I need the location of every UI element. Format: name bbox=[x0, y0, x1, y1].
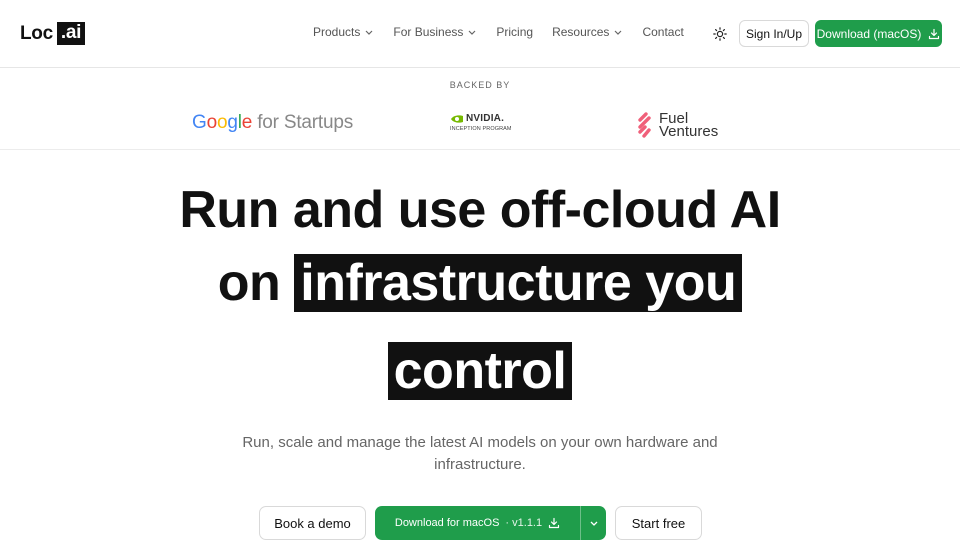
chevron-down-icon bbox=[365, 30, 373, 35]
nav-item-resources[interactable]: Resources bbox=[552, 25, 623, 39]
nav-item-label: Products bbox=[313, 25, 361, 39]
main-nav: Products For Business Pricing Resources … bbox=[313, 25, 703, 39]
chevron-down-icon bbox=[590, 521, 597, 526]
fuel-line2: Ventures bbox=[659, 123, 719, 140]
download-icon bbox=[929, 28, 940, 39]
theme-toggle-button[interactable] bbox=[710, 24, 730, 44]
nvidia-name: NVIDIA. bbox=[466, 113, 505, 124]
fuel-ventures-text: Fuel Ventures bbox=[659, 111, 719, 140]
download-icon bbox=[549, 517, 560, 529]
hero-title-plain: on bbox=[217, 254, 295, 312]
hero-title-line1: Run and use off-cloud AI bbox=[179, 181, 781, 239]
google-word: Google bbox=[192, 112, 253, 133]
sun-icon bbox=[713, 27, 727, 41]
hero-title-highlight: infrastructure you bbox=[294, 254, 743, 312]
hero-title-highlight-control: control bbox=[387, 342, 573, 400]
download-cta-label: Download for macOS bbox=[394, 517, 500, 529]
google-for-startups-text: for Startups bbox=[252, 112, 354, 133]
backed-by-section: BACKED BY Google for Startups NVIDIA. IN… bbox=[0, 68, 960, 150]
hero-title-line2: on infrastructure you bbox=[0, 253, 960, 313]
nav-item-for-business[interactable]: For Business bbox=[393, 25, 477, 39]
nav-item-label: Contact bbox=[642, 25, 684, 39]
fuel-mark-icon bbox=[638, 112, 651, 138]
nvidia-inception-subtitle: INCEPTION PROGRAM bbox=[450, 126, 512, 132]
book-demo-button[interactable]: Book a demo bbox=[259, 506, 366, 540]
brand-logo[interactable]: Loc .ai bbox=[20, 22, 86, 45]
nvidia-inception-logo: NVIDIA. INCEPTION PROGRAM bbox=[450, 113, 512, 139]
chevron-down-icon bbox=[468, 30, 476, 35]
nav-item-label: For Business bbox=[393, 25, 464, 39]
brand-prefix: Loc bbox=[20, 22, 53, 44]
download-macos-cta: Download for macOS · v1.1.1 bbox=[375, 506, 606, 540]
nav-item-pricing[interactable]: Pricing bbox=[496, 25, 533, 39]
brand-suffix: .ai bbox=[56, 22, 86, 45]
download-macos-button[interactable]: Download (macOS) bbox=[815, 20, 942, 47]
site-header: Loc .ai Products For Business Pricing Re… bbox=[0, 0, 960, 68]
nav-item-label: Pricing bbox=[496, 25, 534, 39]
google-for-startups-logo: Google for Startups bbox=[192, 112, 353, 134]
sign-in-button[interactable]: Sign In/Up bbox=[739, 20, 809, 47]
hero-title-line3: control bbox=[0, 341, 960, 401]
version-label: · v1.1.1 bbox=[505, 517, 543, 529]
download-macos-label: Download (macOS) bbox=[816, 26, 922, 41]
chevron-down-icon bbox=[615, 30, 622, 35]
nav-item-label: Resources bbox=[552, 25, 610, 39]
start-free-button[interactable]: Start free bbox=[615, 506, 702, 540]
hero-subtitle: Run, scale and manage the latest AI mode… bbox=[242, 434, 718, 473]
download-macos-cta-button[interactable]: Download for macOS · v1.1.1 bbox=[375, 506, 580, 540]
download-options-toggle[interactable] bbox=[580, 506, 606, 540]
nav-item-products[interactable]: Products bbox=[313, 25, 374, 39]
backed-by-label: BACKED BY bbox=[449, 80, 511, 90]
nvidia-eye-icon bbox=[451, 114, 463, 123]
nav-item-contact[interactable]: Contact bbox=[642, 25, 683, 39]
fuel-ventures-logo: Fuel Ventures bbox=[636, 111, 718, 139]
